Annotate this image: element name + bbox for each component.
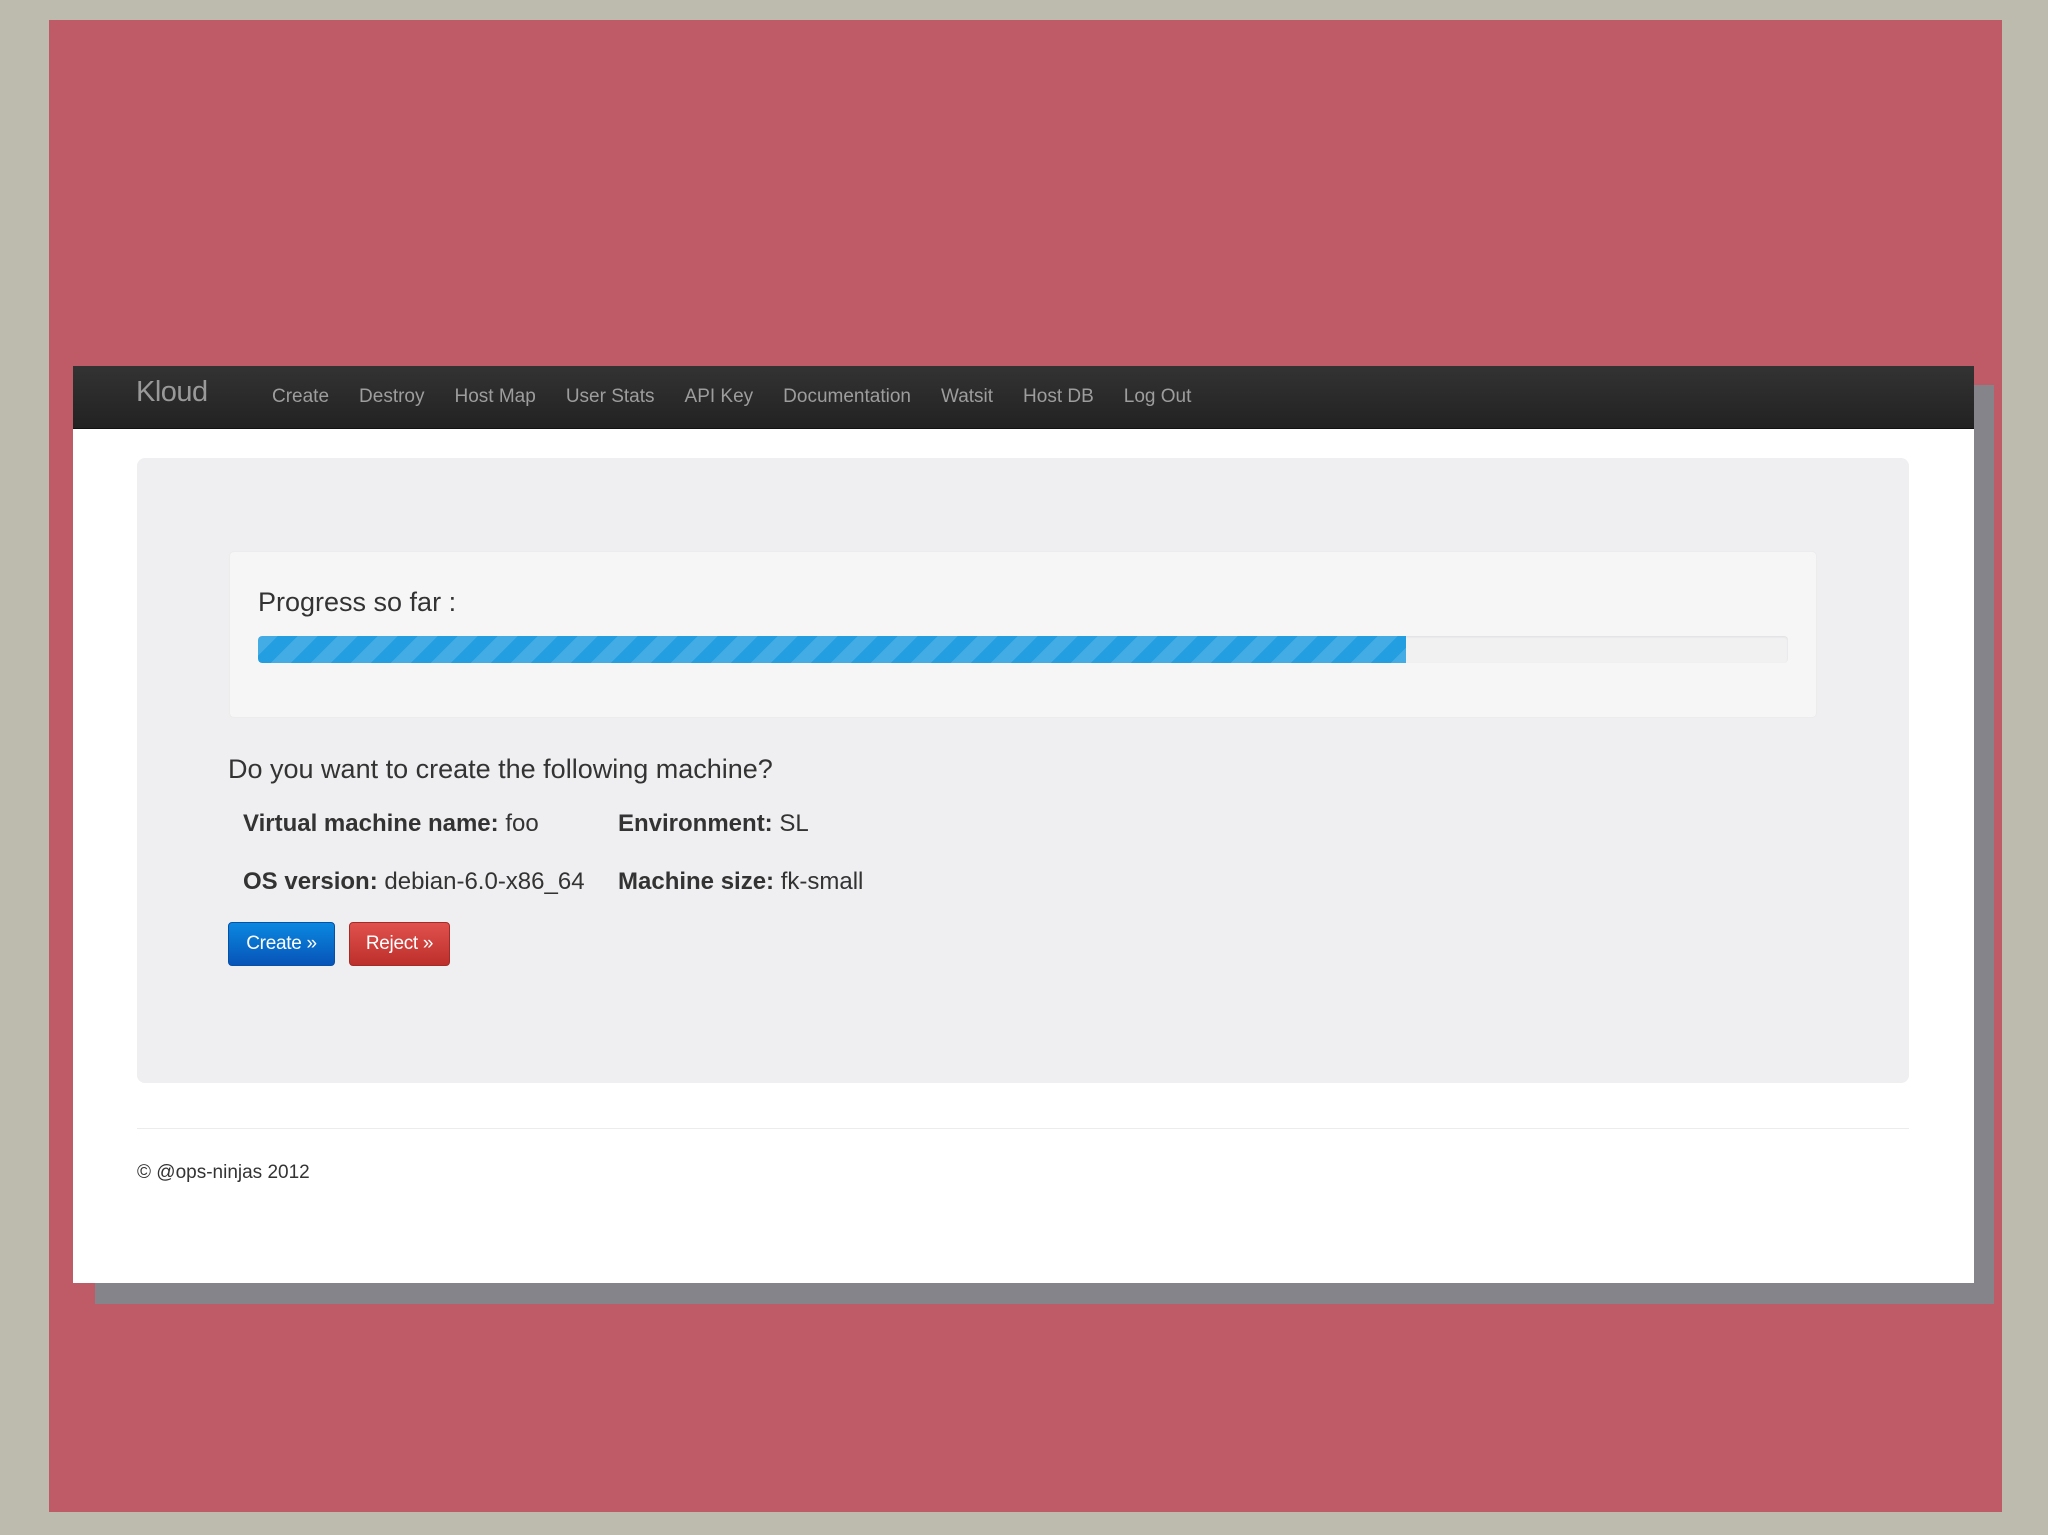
detail-vm-name-value: foo xyxy=(498,810,539,837)
footer-copyright: © @ops-ninjas 2012 xyxy=(137,1162,310,1183)
progress-track xyxy=(258,636,1788,663)
nav-link-create[interactable]: Create xyxy=(257,386,344,408)
detail-environment-label: Environment: xyxy=(618,810,773,837)
detail-os-version: OS version: debian-6.0-x86_64 xyxy=(243,868,585,896)
detail-os-version-label: OS version: xyxy=(243,868,378,895)
detail-machine-size-value: fk-small xyxy=(774,868,864,895)
reject-button[interactable]: Reject » xyxy=(349,922,450,966)
nav-link-api-key[interactable]: API Key xyxy=(670,386,769,408)
nav-link-documentation[interactable]: Documentation xyxy=(768,386,926,408)
nav-link-host-map[interactable]: Host Map xyxy=(440,386,551,408)
nav-link-host-db[interactable]: Host DB xyxy=(1008,386,1109,408)
progress-bar-fill xyxy=(258,636,1406,663)
detail-os-version-value: debian-6.0-x86_64 xyxy=(377,868,585,895)
detail-vm-name-label: Virtual machine name: xyxy=(243,810,499,837)
navbar: Kloud Create Destroy Host Map User Stats… xyxy=(73,366,1974,429)
footer-divider xyxy=(137,1128,1909,1129)
nav-link-watsit[interactable]: Watsit xyxy=(926,386,1008,408)
nav-link-destroy[interactable]: Destroy xyxy=(344,386,439,408)
window-shadow-bottom xyxy=(95,1283,1994,1304)
detail-machine-size: Machine size: fk-small xyxy=(618,868,863,896)
brand-logo[interactable]: Kloud xyxy=(136,376,208,409)
hero-unit: Progress so far : Do you want to create … xyxy=(137,458,1909,1083)
nav-link-user-stats[interactable]: User Stats xyxy=(551,386,670,408)
progress-well: Progress so far : xyxy=(229,551,1817,718)
browser-window: Kloud Create Destroy Host Map User Stats… xyxy=(73,366,1974,1283)
nav-links: Create Destroy Host Map User Stats API K… xyxy=(257,366,1206,428)
nav-link-log-out[interactable]: Log Out xyxy=(1109,386,1207,408)
create-button[interactable]: Create » xyxy=(228,922,335,966)
detail-vm-name: Virtual machine name: foo xyxy=(243,810,539,838)
detail-environment-value: SL xyxy=(772,810,809,837)
confirm-question: Do you want to create the following mach… xyxy=(228,754,773,784)
detail-environment: Environment: SL xyxy=(618,810,809,838)
progress-label: Progress so far : xyxy=(258,587,457,617)
detail-machine-size-label: Machine size: xyxy=(618,868,775,895)
window-shadow-right xyxy=(1974,385,1994,1304)
